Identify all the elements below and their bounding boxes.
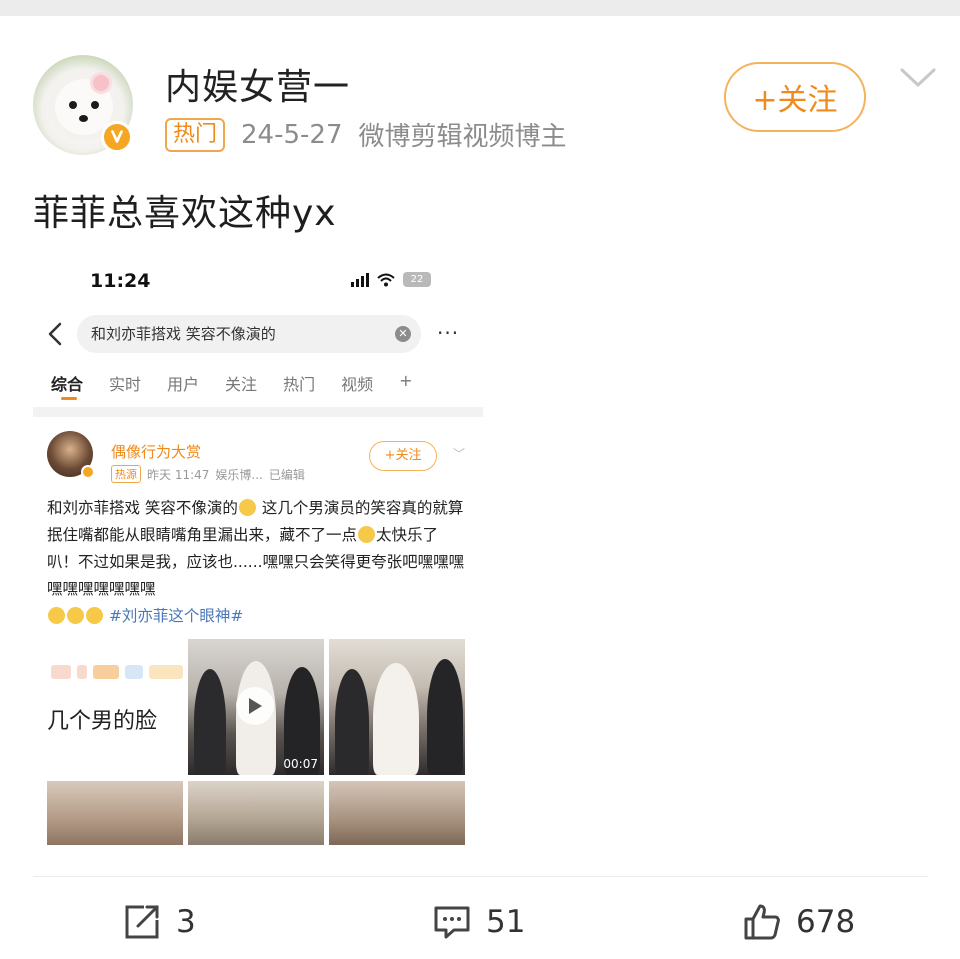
add-tab-icon[interactable]: + — [399, 371, 412, 395]
search-input[interactable]: 和刘亦菲搭戏 笑容不像演的 ✕ — [77, 315, 421, 353]
card-chevron-down-icon[interactable]: ﹀ — [453, 445, 465, 462]
avatar-eye-right — [91, 101, 99, 109]
search-tabs: 综合 实时 用户 关注 热门 视频 + — [51, 371, 413, 395]
thumbs-up-icon — [744, 904, 780, 940]
smile-emoji-icon — [67, 607, 84, 624]
clear-icon[interactable]: ✕ — [395, 326, 411, 342]
card-body-part1: 和刘亦菲搭戏 笑容不像演的 — [47, 499, 238, 517]
avatar-eye-left — [69, 101, 77, 109]
smile-emoji-icon — [86, 607, 103, 624]
tab-users[interactable]: 用户 — [167, 371, 199, 395]
card-time: 昨天 11:47 — [147, 467, 210, 482]
follow-button[interactable]: +关注 — [724, 62, 866, 132]
status-icons: 22 — [351, 272, 431, 287]
card-verified-icon — [81, 465, 95, 479]
hashtag-link[interactable]: #刘亦菲这个眼神# — [109, 607, 243, 625]
tab-following[interactable]: 关注 — [225, 371, 257, 395]
share-button[interactable]: 3 — [122, 902, 196, 942]
hot-badge: 热门 — [165, 117, 226, 152]
card-body: 和刘亦菲搭戏 笑容不像演的 这几个男演员的笑容真的就算抿住嘴都能从眼睛嘴角里漏出… — [47, 495, 467, 630]
embedded-screenshot[interactable]: 11:24 22 和刘亦菲搭戏 笑容不像演的 ✕ ··· 综合 实时 用户 关注… — [33, 255, 483, 845]
card-meta: 热源 昨天 11:47 娱乐博... 已编辑 — [111, 465, 305, 483]
chevron-down-icon[interactable] — [898, 66, 938, 90]
verified-icon — [101, 121, 133, 153]
author-name[interactable]: 内娱女营一 — [165, 58, 350, 110]
like-count: 678 — [796, 904, 856, 940]
card-caption: 几个男的脸 — [47, 709, 158, 734]
more-icon[interactable]: ··· — [437, 321, 459, 345]
card-edited: 已编辑 — [268, 467, 305, 482]
post-date: 24-5-27 — [241, 119, 343, 150]
like-button[interactable]: 678 — [742, 902, 855, 942]
face-thumbnail[interactable] — [329, 781, 465, 845]
share-count: 3 — [176, 904, 196, 940]
thinking-emoji-icon — [238, 499, 256, 516]
comment-icon — [434, 906, 470, 939]
share-icon — [125, 905, 159, 939]
tab-hot[interactable]: 热门 — [283, 371, 315, 395]
search-query: 和刘亦菲搭戏 笑容不像演的 — [91, 325, 276, 343]
avatar-flower — [93, 75, 109, 91]
comment-button[interactable]: 51 — [432, 902, 525, 942]
face-thumbnail[interactable] — [47, 781, 183, 845]
battery-icon: 22 — [403, 272, 431, 287]
face-thumbnail[interactable] — [188, 781, 324, 845]
post-text: 菲菲总喜欢这种yx — [33, 193, 337, 234]
status-time: 11:24 — [90, 270, 151, 292]
card-source: 娱乐博... — [215, 467, 263, 482]
back-arrow-icon[interactable] — [45, 321, 65, 347]
video-duration: 00:07 — [283, 757, 318, 771]
post-meta: 热门 24-5-27 微博剪辑视频博主 — [165, 116, 567, 153]
photo-thumbnail[interactable] — [329, 639, 465, 775]
play-icon[interactable] — [236, 687, 274, 725]
footer-divider — [33, 876, 928, 877]
card-hot-badge: 热源 — [111, 465, 141, 483]
tab-video[interactable]: 视频 — [341, 371, 373, 395]
card-author-name[interactable]: 偶像行为大赏 — [111, 441, 201, 462]
top-bar — [0, 0, 960, 16]
avatar-nose — [79, 115, 88, 122]
active-tab-indicator — [61, 397, 77, 400]
comment-count: 51 — [486, 904, 526, 940]
signal-icon — [351, 272, 369, 287]
smile-emoji-icon — [48, 607, 65, 624]
author-description: 微博剪辑视频博主 — [358, 122, 567, 152]
laughing-emoji-icon — [358, 526, 376, 543]
tab-realtime[interactable]: 实时 — [109, 371, 141, 395]
video-thumbnail[interactable]: 00:07 — [188, 639, 324, 775]
blurred-text — [51, 665, 183, 679]
wifi-icon — [377, 273, 395, 286]
card-follow-button[interactable]: +关注 — [369, 441, 437, 471]
section-divider — [33, 407, 483, 417]
tab-all[interactable]: 综合 — [51, 371, 83, 395]
